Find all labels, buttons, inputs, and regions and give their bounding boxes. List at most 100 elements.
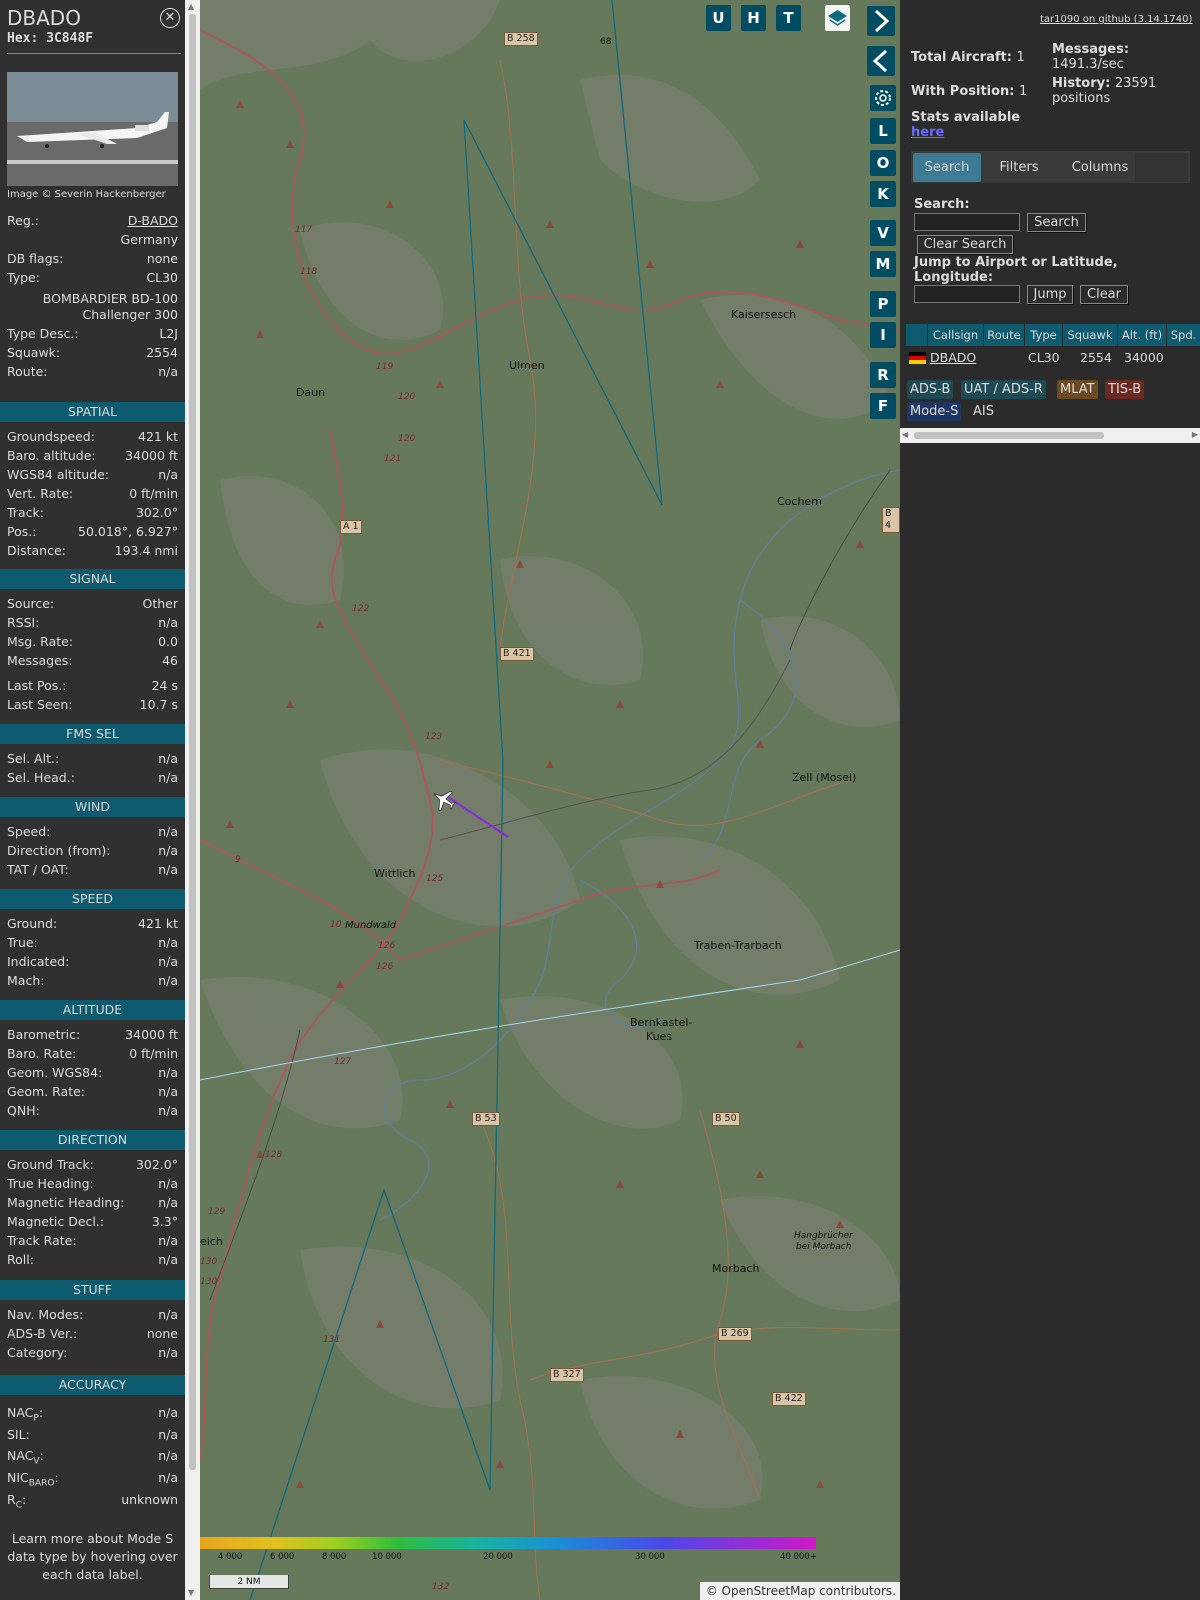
column-header-altitude[interactable]: Alt. (ft) (1118, 324, 1166, 346)
tab-extra[interactable] (1135, 153, 1188, 182)
search-button[interactable]: Search (1027, 213, 1086, 232)
info-label: True: (7, 935, 38, 950)
road-label: B 4 (882, 507, 900, 533)
reg-link[interactable]: D-BADO (128, 213, 178, 228)
info-row: ADS-B Ver.: none (7, 1326, 178, 1344)
jump-button[interactable]: Jump (1027, 285, 1073, 304)
clear-button[interactable]: Clear (1080, 285, 1128, 304)
cell-type: CL30 (1028, 350, 1060, 365)
column-header-callsign[interactable]: Callsign (928, 324, 983, 346)
map-button-o[interactable]: O (870, 150, 896, 176)
column-header-speed[interactable]: Spd. (1167, 324, 1200, 346)
info-value: n/a (158, 1176, 178, 1191)
chevron-right-icon[interactable] (867, 6, 895, 36)
aircraft-title: DBADO (7, 6, 81, 30)
area-label: Mundwald (345, 920, 397, 931)
scroll-up-arrow-icon[interactable]: ▲ (188, 2, 194, 11)
map-attribution[interactable]: © OpenStreetMap contributors. (700, 1582, 900, 1600)
tab-search[interactable]: Search (913, 153, 981, 182)
gear-icon[interactable] (870, 85, 896, 111)
info-row: True Heading: n/a (7, 1176, 178, 1194)
github-link[interactable]: tar1090 on github (3.14.1740) (1040, 14, 1192, 25)
autobahn-exit-label: 123 (425, 732, 443, 742)
info-row: Indicated: n/a (7, 954, 178, 972)
column-header-flag[interactable] (906, 324, 927, 346)
total-aircraft: Total Aircraft: 1 (911, 50, 1025, 65)
clear-search-button[interactable]: Clear Search (917, 235, 1013, 254)
info-row: QNH: n/a (7, 1103, 178, 1121)
info-row: Track: 302.0° (7, 505, 178, 523)
chevron-left-icon[interactable] (867, 46, 895, 76)
info-row: Geom. WGS84: n/a (7, 1065, 178, 1083)
map-button-h[interactable]: H (741, 5, 766, 31)
map-button-f[interactable]: F (870, 393, 896, 419)
map-button-l[interactable]: L (870, 118, 896, 144)
legend-label: 40 000+ (780, 1552, 817, 1562)
scroll-right-arrow-icon[interactable]: ▶ (1192, 430, 1198, 439)
info-row: Magnetic Decl.: 3.3° (7, 1214, 178, 1232)
map-button-p[interactable]: P (870, 291, 896, 317)
info-row: Sel. Head.: n/a (7, 770, 178, 788)
autobahn-exit-label: 130 (200, 1257, 218, 1267)
close-icon[interactable]: ✕ (160, 8, 180, 28)
info-label: Category: (7, 1345, 68, 1360)
info-row: Roll: n/a (7, 1252, 178, 1270)
column-header-type[interactable]: Type (1025, 324, 1062, 346)
scrollbar-thumb[interactable] (914, 432, 1104, 439)
road-label: B 50 (712, 1112, 740, 1126)
legend-label: 6 000 (270, 1552, 295, 1562)
town-label: Morbach (712, 1262, 760, 1275)
column-header-route[interactable]: Route (984, 324, 1024, 346)
cell-callsign[interactable]: DBADO (930, 349, 976, 367)
autobahn-exit-label: 121 (384, 454, 402, 464)
info-value: 0 ft/min (129, 1046, 178, 1061)
autobahn-exit-label: 9 (235, 855, 241, 865)
map-button-t[interactable]: T (776, 5, 801, 31)
info-value: 46 (162, 653, 178, 668)
scrollbar-thumb[interactable] (189, 14, 196, 1470)
info-value: n/a (158, 1065, 178, 1080)
map-button-i[interactable]: I (870, 322, 896, 348)
map-button-k[interactable]: K (870, 181, 896, 207)
tab-columns[interactable]: Columns (1057, 153, 1143, 182)
town-label: Daun (296, 386, 326, 399)
map-button-u[interactable]: U (706, 5, 731, 31)
column-header-squawk[interactable]: Squawk (1063, 324, 1117, 346)
dbflags-row: DB flags: none (7, 251, 178, 266)
info-label: Source: (7, 596, 55, 611)
info-row: Msg. Rate: 0.0 (7, 634, 178, 652)
town-label: Kues (646, 1030, 673, 1043)
map-button-r[interactable]: R (870, 362, 896, 388)
search-input[interactable] (914, 213, 1020, 231)
jump-input[interactable] (914, 285, 1020, 303)
info-label: Barometric: (7, 1027, 81, 1042)
aircraft-photo[interactable] (7, 72, 178, 186)
map-view[interactable]: Kaisersesch Ulmen Daun Cochem Zell (Mose… (200, 0, 900, 1600)
info-label: Mach: (7, 973, 45, 988)
info-row: Pos.: 50.018°, 6.927° (7, 524, 178, 542)
info-panel-scrollbar[interactable]: ▲ ▼ (185, 0, 200, 1600)
info-label: Last Pos.: (7, 678, 67, 693)
squawk-row: Squawk: 2554 (7, 345, 178, 360)
map-button-m[interactable]: M (870, 251, 896, 277)
scroll-left-arrow-icon[interactable]: ◀ (902, 430, 908, 439)
tab-filters[interactable]: Filters (985, 153, 1053, 182)
info-label: Magnetic Heading: (7, 1195, 125, 1210)
scroll-down-arrow-icon[interactable]: ▼ (188, 1588, 194, 1597)
layers-icon[interactable] (825, 5, 850, 31)
info-row: Groundspeed: 421 kt (7, 429, 178, 447)
stats-link[interactable]: here (911, 125, 944, 140)
messages-value: 1491.3/sec (1052, 57, 1124, 72)
country-row: Germany (120, 232, 178, 247)
info-label: Geom. Rate: (7, 1084, 86, 1099)
map-button-v[interactable]: V (870, 220, 896, 246)
info-value: 0 ft/min (129, 486, 178, 501)
info-row: Direction (from): n/a (7, 843, 178, 861)
town-label: eich (200, 1235, 223, 1248)
town-label: Cochem (777, 495, 822, 508)
list-horizontal-scrollbar[interactable]: ◀ ▶ (900, 428, 1200, 443)
info-value: n/a (158, 615, 178, 630)
altitude-color-legend (200, 1537, 816, 1549)
info-label: Groundspeed: (7, 429, 95, 444)
autobahn-exit-label: 125 (426, 874, 444, 884)
